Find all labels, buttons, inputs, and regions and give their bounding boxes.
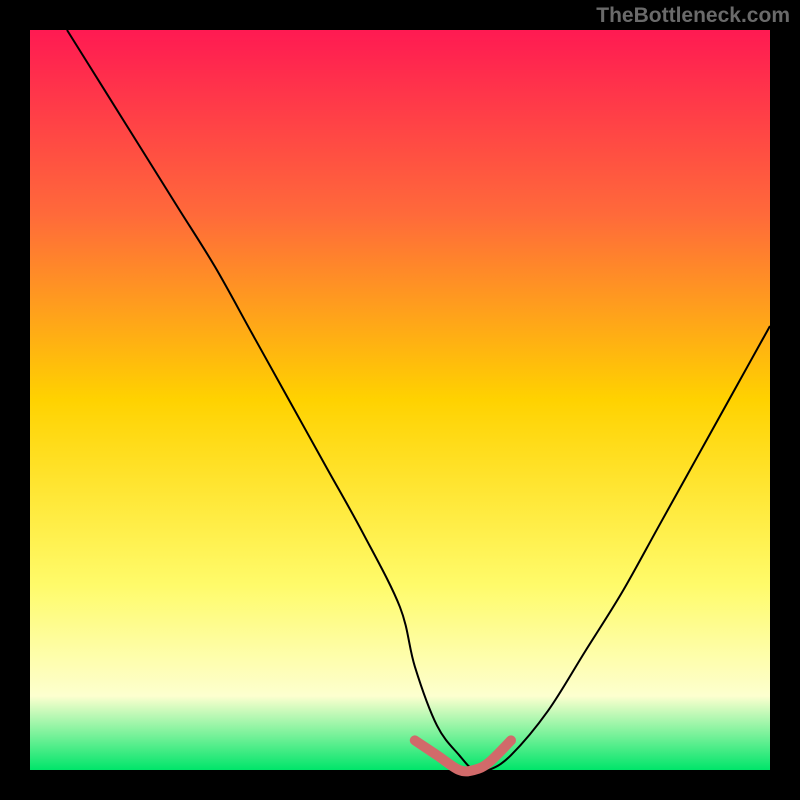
watermark: TheBottleneck.com [596,4,790,27]
bottleneck-chart: TheBottleneck.com [0,0,800,800]
plot-background [30,30,770,770]
